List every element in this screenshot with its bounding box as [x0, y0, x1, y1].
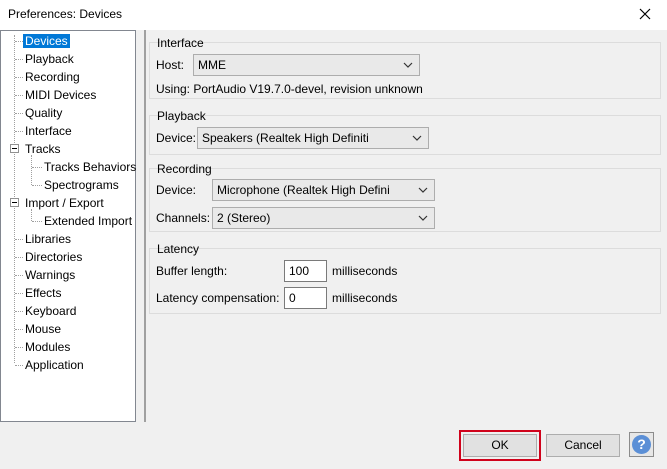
chevron-down-icon [403, 62, 413, 68]
playback-group-title: Playback [157, 109, 206, 123]
tree-item-spectrograms[interactable]: Spectrograms [44, 177, 119, 193]
latency-compensation-unit: milliseconds [332, 291, 398, 305]
tree-item-import-export[interactable]: Import / Export [25, 195, 104, 211]
buffer-length-label: Buffer length: [156, 264, 228, 278]
host-select[interactable]: MME [193, 54, 420, 76]
tree-line [31, 155, 32, 185]
portaudio-info: Using: PortAudio V19.7.0-devel, revision… [156, 82, 423, 96]
playback-device-select[interactable]: Speakers (Realtek High Definiti [197, 127, 429, 149]
channels-value: 2 (Stereo) [217, 211, 271, 225]
host-label: Host: [156, 58, 185, 72]
collapse-tracks-icon[interactable] [10, 144, 19, 153]
tree-item-extended-import[interactable]: Extended Import [44, 213, 132, 229]
tree-item-mouse[interactable]: Mouse [25, 321, 61, 337]
host-select-value: MME [198, 58, 226, 72]
recording-device-label: Device: [156, 183, 197, 197]
ok-button[interactable]: OK [463, 434, 537, 457]
preferences-tree[interactable]: Devices Playback Recording MIDI Devices … [0, 30, 136, 422]
latency-compensation-input[interactable]: 0 [284, 287, 327, 309]
settings-pane: Interface Host: MME Using: PortAudio V19… [146, 30, 667, 422]
cancel-button[interactable]: Cancel [546, 434, 620, 457]
playback-device-value: Speakers (Realtek High Definiti [202, 131, 369, 145]
chevron-down-icon [418, 215, 428, 221]
window-title: Preferences: Devices [8, 7, 123, 21]
interface-group-title: Interface [157, 36, 204, 50]
buffer-length-input[interactable]: 100 [284, 260, 327, 282]
tree-item-modules[interactable]: Modules [25, 339, 70, 355]
tree-item-tracks-behaviors[interactable]: Tracks Behaviors [44, 159, 136, 175]
tree-item-tracks[interactable]: Tracks [25, 141, 61, 157]
latency-compensation-label: Latency compensation: [156, 291, 280, 305]
chevron-down-icon [418, 187, 428, 193]
tree-item-directories[interactable]: Directories [25, 249, 82, 265]
tree-item-midi-devices[interactable]: MIDI Devices [25, 87, 96, 103]
buffer-length-unit: milliseconds [332, 264, 398, 278]
tree-item-quality[interactable]: Quality [25, 105, 62, 121]
close-icon[interactable] [635, 3, 655, 25]
help-icon: ? [632, 435, 651, 454]
playback-device-label: Device: [156, 131, 197, 145]
latency-group-title: Latency [157, 242, 200, 256]
tree-item-warnings[interactable]: Warnings [25, 267, 75, 283]
tree-item-recording[interactable]: Recording [25, 69, 80, 85]
collapse-import-export-icon[interactable] [10, 198, 19, 207]
tree-item-keyboard[interactable]: Keyboard [25, 303, 76, 319]
tree-item-effects[interactable]: Effects [25, 285, 61, 301]
recording-device-select[interactable]: Microphone (Realtek High Defini [212, 179, 435, 201]
recording-device-value: Microphone (Realtek High Defini [217, 183, 390, 197]
tree-item-libraries[interactable]: Libraries [25, 231, 71, 247]
tree-item-devices[interactable]: Devices [22, 33, 71, 49]
chevron-down-icon [412, 135, 422, 141]
tree-item-application[interactable]: Application [25, 357, 84, 373]
tree-item-playback[interactable]: Playback [25, 51, 74, 67]
channels-select[interactable]: 2 (Stereo) [212, 207, 435, 229]
recording-group-title: Recording [157, 162, 212, 176]
title-bar: Preferences: Devices [0, 0, 667, 30]
channels-label: Channels: [156, 211, 211, 225]
tree-item-interface[interactable]: Interface [25, 123, 72, 139]
help-button[interactable]: ? [629, 432, 654, 457]
